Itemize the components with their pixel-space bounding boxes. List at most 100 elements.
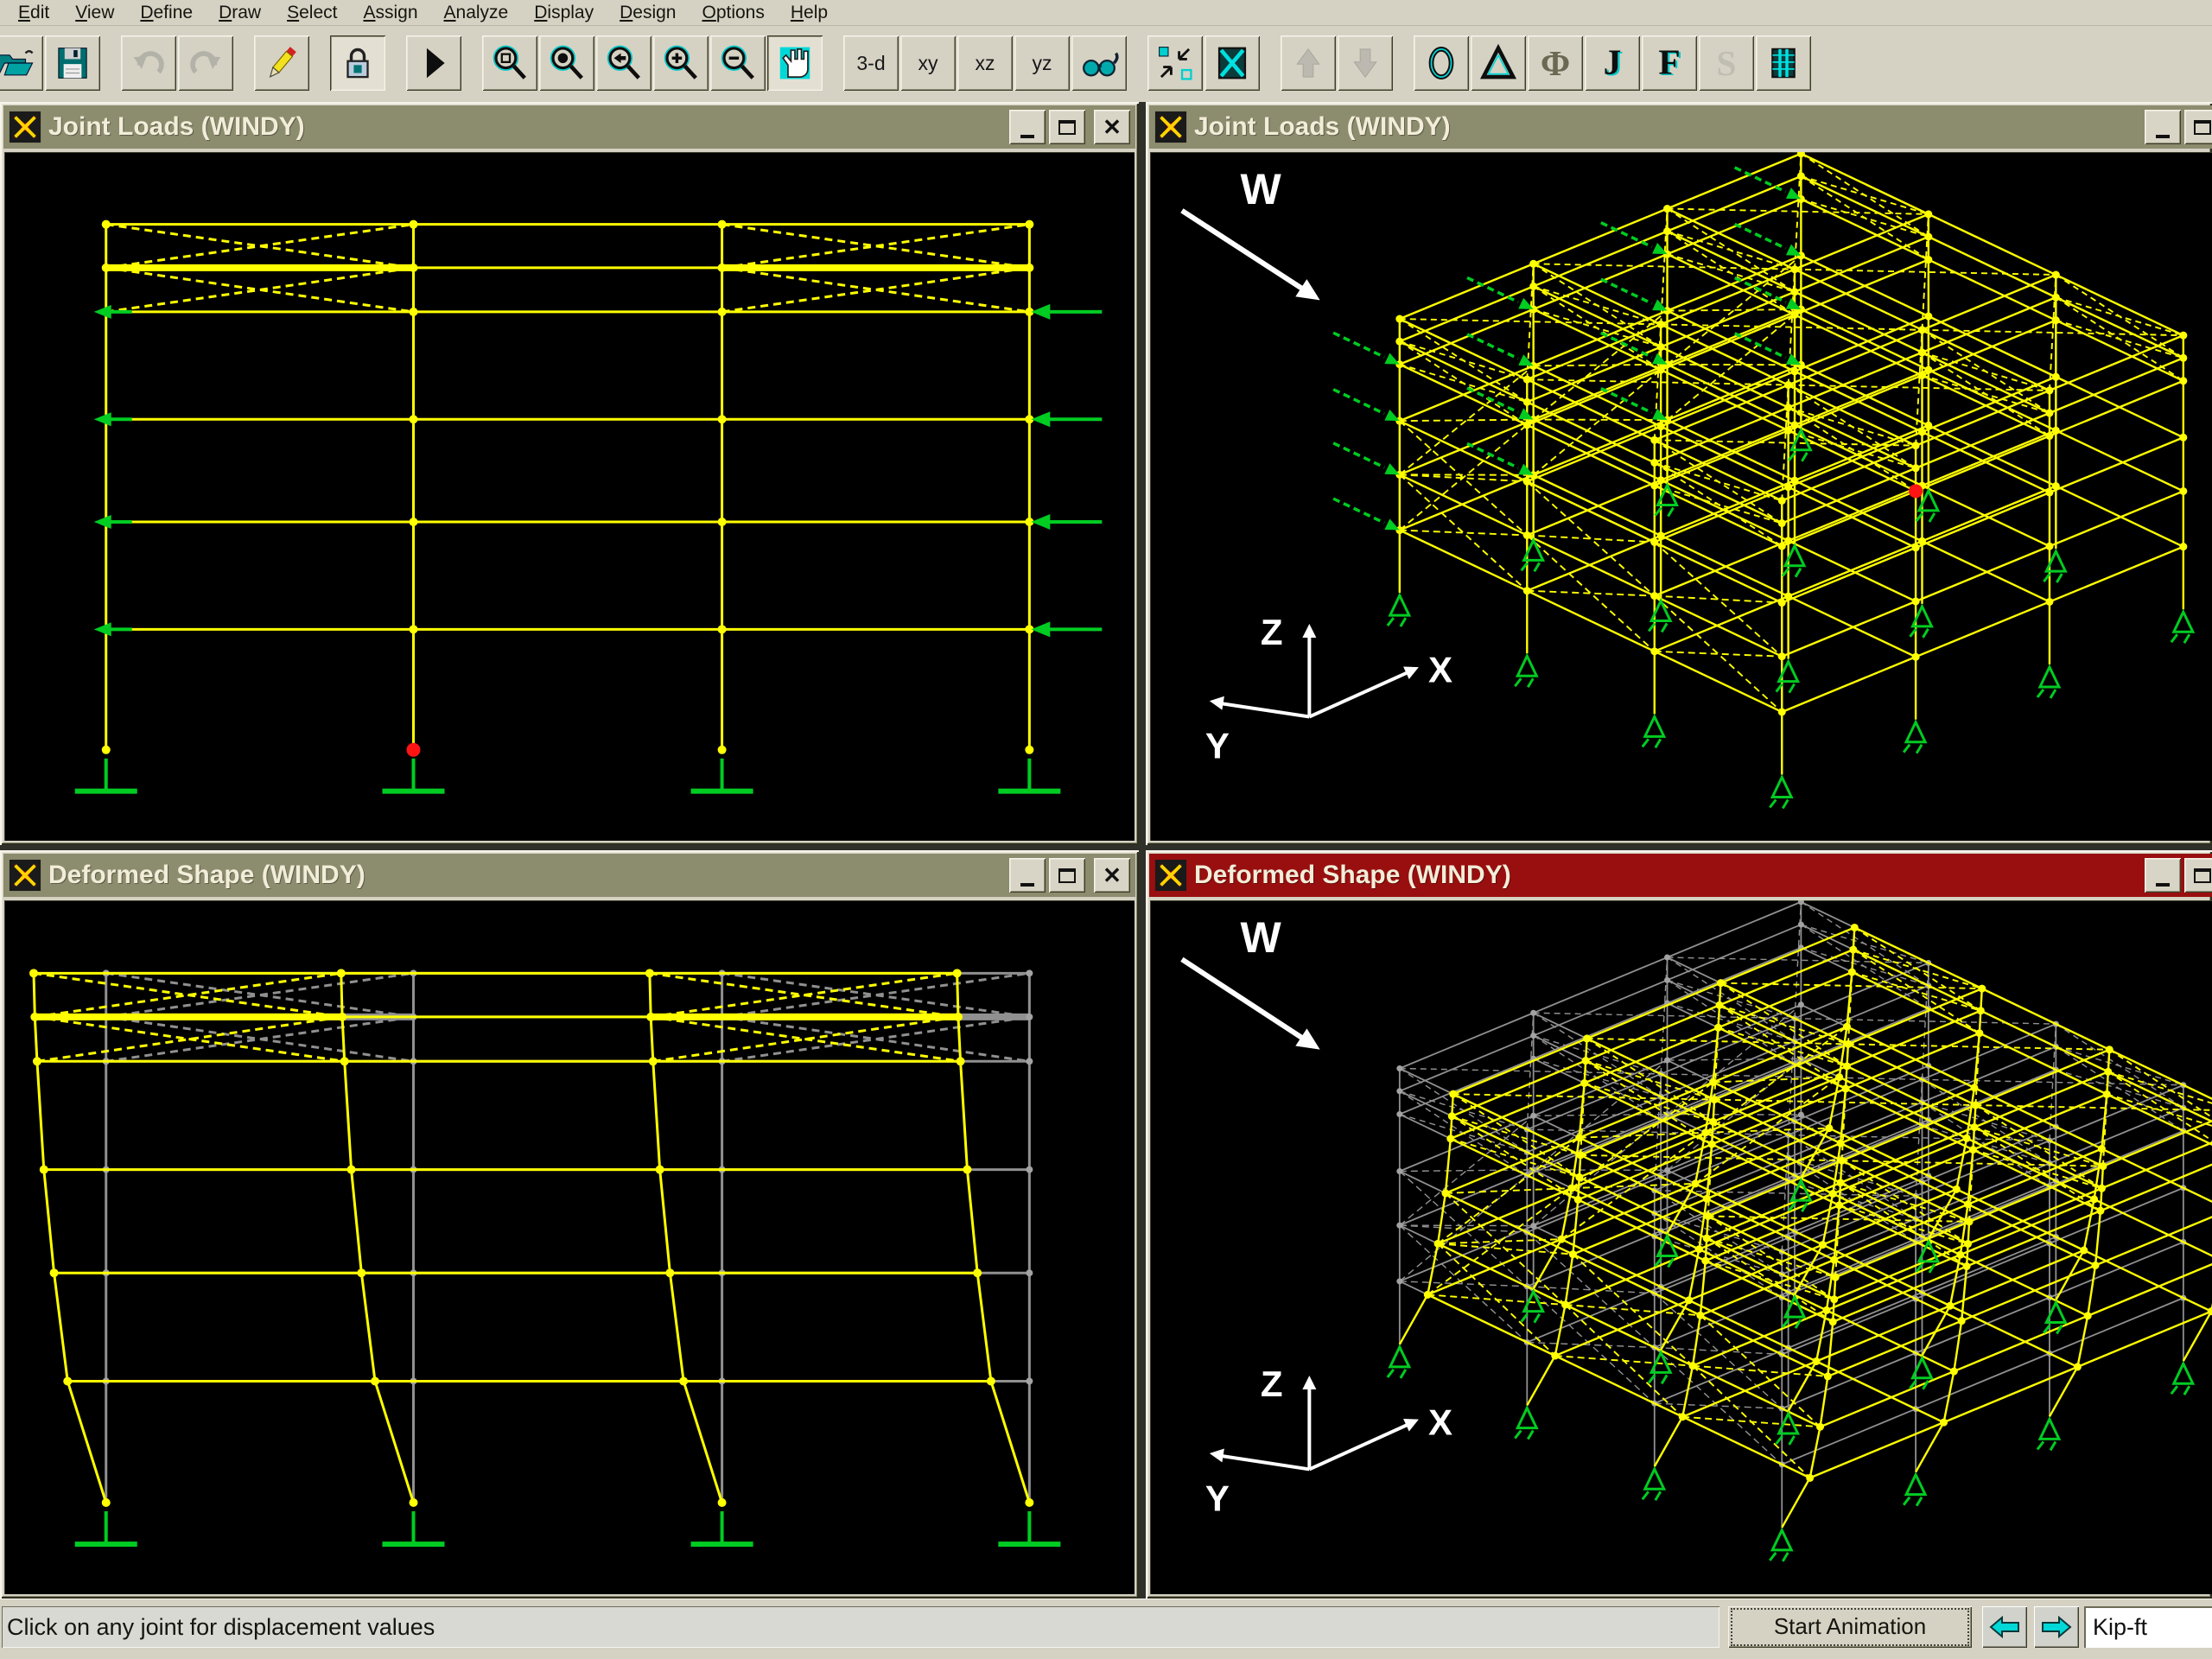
zoom-out-button[interactable] [710, 35, 766, 91]
maximize-button[interactable] [1049, 110, 1085, 144]
minimize-button[interactable] [2145, 110, 2181, 144]
title-bar[interactable]: Deformed Shape (WINDY) [1149, 854, 2212, 897]
restore-full-view-button[interactable] [539, 35, 594, 91]
move-down-button[interactable] [1338, 35, 1393, 91]
redo-button[interactable] [178, 35, 233, 91]
menu-item-edit[interactable]: Edit [5, 3, 62, 23]
viewport-joint-loads-elevation[interactable] [4, 152, 1135, 841]
structure-canvas[interactable]: WZXY [1150, 152, 2212, 841]
window-title: Joint Loads (WINDY) [48, 112, 305, 142]
move-up-icon [1288, 43, 1328, 83]
viewport-deformed-elevation[interactable] [4, 900, 1135, 1594]
axis-y-label: Y [1205, 725, 1230, 766]
move-up-button[interactable] [1281, 35, 1336, 91]
rubber-band-zoom-button[interactable] [482, 35, 537, 91]
view-xz-button-label: xz [976, 52, 995, 75]
viewport-deformed-3d[interactable]: WZXY [1150, 900, 2212, 1594]
app-icon [9, 859, 41, 892]
menu-item-view[interactable]: View [62, 3, 127, 23]
menu-item-draw[interactable]: Draw [206, 3, 274, 23]
window-title: Joint Loads (WINDY) [1194, 112, 1451, 142]
edit-pencil-icon [262, 43, 302, 83]
undo-button[interactable] [121, 35, 176, 91]
show-tables-icon [1764, 43, 1803, 83]
run-analysis-icon [414, 43, 454, 83]
maximize-button[interactable] [1049, 858, 1085, 893]
close-button[interactable]: ✕ [1094, 110, 1130, 144]
close-button[interactable]: ✕ [1094, 858, 1130, 893]
menu-item-options[interactable]: Options [689, 3, 777, 23]
menu-item-select[interactable]: Select [274, 3, 350, 23]
minimize-button[interactable] [2145, 858, 2181, 893]
view-xz-button[interactable]: xz [957, 35, 1013, 91]
frame-info-icon: FF [1649, 43, 1689, 83]
title-bar[interactable]: Joint Loads (WINDY) [3, 105, 1135, 149]
window-deformed-shape-elevation: Deformed Shape (WINDY) ✕ [0, 850, 1139, 1599]
shell-info-button[interactable]: S [1699, 35, 1754, 91]
perspective-glasses-button[interactable] [1071, 35, 1127, 91]
zoom-in-icon [661, 43, 701, 83]
units-combobox[interactable]: Kip-ft [2084, 1606, 2212, 1648]
run-analysis-button[interactable] [406, 35, 461, 91]
menu-bar: EditViewDefineDrawSelectAssignAnalyzeDis… [0, 0, 2212, 26]
svg-text:F: F [1658, 43, 1680, 82]
menu-item-assign[interactable]: Assign [350, 3, 430, 23]
joint-info-button[interactable]: JJ [1585, 35, 1640, 91]
maximize-button[interactable] [2184, 858, 2212, 893]
title-bar[interactable]: Deformed Shape (WINDY) [3, 854, 1135, 897]
zoom-out-icon [718, 43, 758, 83]
previous-zoom-button[interactable] [596, 35, 652, 91]
start-animation-button[interactable]: Start Animation [1728, 1606, 1972, 1648]
view-yz-button-label: yz [1033, 52, 1052, 75]
menu-item-design[interactable]: Design [607, 3, 689, 23]
pan-button[interactable] [767, 35, 823, 91]
maximize-button[interactable] [2184, 110, 2212, 144]
edit-pencil-button[interactable] [254, 35, 309, 91]
axis-y-label: Y [1205, 1478, 1230, 1519]
window-seam-vertical [1139, 102, 1146, 1599]
lock-model-icon [338, 43, 378, 83]
zoom-in-button[interactable] [653, 35, 709, 91]
menu-item-analyze[interactable]: Analyze [431, 3, 522, 23]
frame-info-button[interactable]: FF [1642, 35, 1697, 91]
shells-display-icon: Φ [1535, 43, 1575, 83]
window-joint-loads-3d: Joint Loads (WINDY) WZXY [1146, 102, 2212, 845]
lock-model-button[interactable] [330, 35, 385, 91]
minimize-button[interactable] [1009, 110, 1046, 144]
caption-buttons [2141, 110, 2212, 144]
menu-item-help[interactable]: Help [778, 3, 841, 23]
status-bar: Click on any joint for displacement valu… [0, 1599, 2212, 1659]
structure-canvas[interactable]: WZXY [1150, 900, 2212, 1594]
shrink-elements-button[interactable] [1147, 35, 1203, 91]
rubber-band-zoom-icon [490, 43, 530, 83]
structure-canvas[interactable] [4, 152, 1135, 841]
open-model-button[interactable] [0, 35, 43, 91]
save-model-button[interactable] [45, 35, 100, 91]
shells-display-button[interactable]: Φ [1528, 35, 1583, 91]
viewport-joint-loads-3d[interactable]: WZXY [1150, 152, 2212, 841]
set-limits-button[interactable] [1205, 35, 1260, 91]
view-3d-button-label: 3-d [856, 52, 885, 75]
view-3d-button[interactable]: 3-d [843, 35, 899, 91]
frames-display-button[interactable] [1471, 35, 1526, 91]
view-yz-button[interactable]: yz [1014, 35, 1070, 91]
menu-item-define[interactable]: Define [127, 3, 206, 23]
previous-step-button[interactable] [1982, 1606, 2027, 1648]
next-step-button[interactable] [2034, 1606, 2079, 1648]
view-xy-button[interactable]: xy [900, 35, 956, 91]
minimize-button[interactable] [1009, 858, 1046, 893]
menu-item-display[interactable]: Display [521, 3, 607, 23]
structure-canvas[interactable] [4, 900, 1135, 1594]
title-bar[interactable]: Joint Loads (WINDY) [1149, 105, 2212, 149]
axis-z-label: Z [1261, 1363, 1283, 1404]
left-arrow-icon [1989, 1616, 2020, 1638]
joints-display-button[interactable] [1414, 35, 1469, 91]
show-tables-button[interactable] [1756, 35, 1811, 91]
pan-icon [775, 43, 815, 83]
app-icon [9, 111, 41, 143]
view-xy-button-label: xy [918, 52, 938, 75]
caption-buttons: ✕ [1006, 110, 1130, 144]
toolbar: 3-d xy xz yz ΦJJFFS [0, 28, 2212, 99]
app-icon [1154, 859, 1187, 892]
window-deformed-shape-3d: Deformed Shape (WINDY) WZXY [1146, 850, 2212, 1599]
